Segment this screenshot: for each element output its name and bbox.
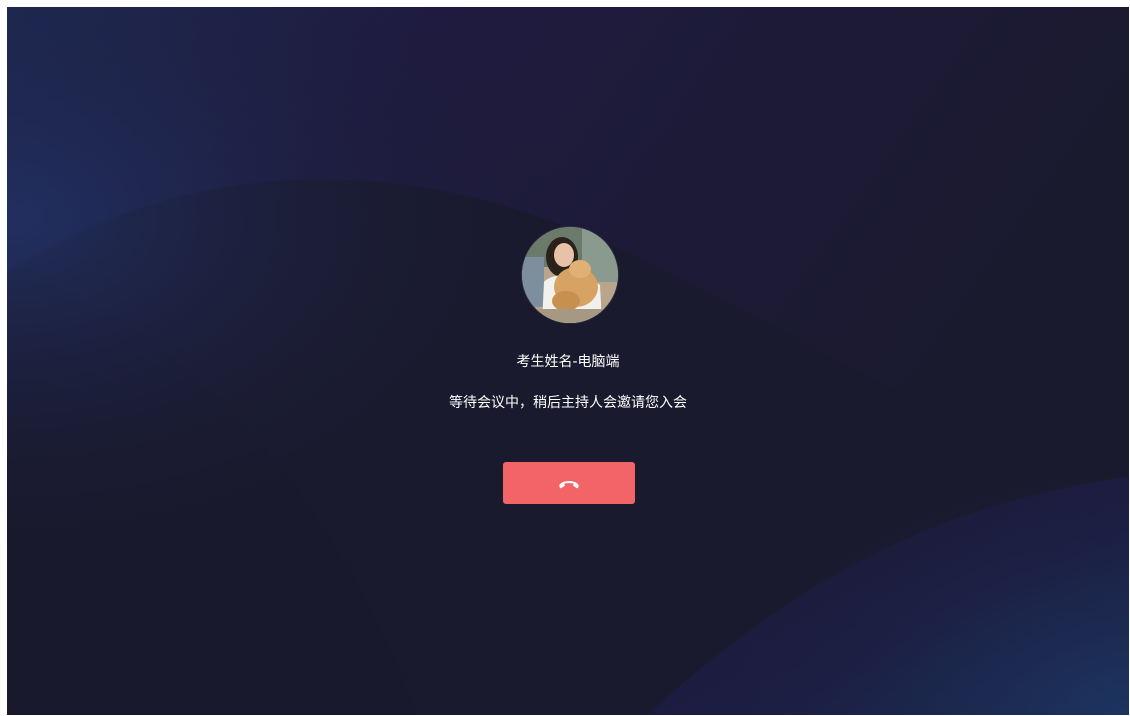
avatar: [522, 227, 618, 323]
phone-hangup-icon: [559, 481, 579, 489]
participant-name: 考生姓名-电脑端: [516, 354, 620, 370]
meeting-waiting-screen: 考生姓名-电脑端 等待会议中，稍后主持人会邀请您入会: [7, 7, 1129, 715]
waiting-panel: 考生姓名-电脑端 等待会议中，稍后主持人会邀请您入会: [7, 7, 1129, 715]
participant-photo-icon: [522, 227, 618, 323]
hangup-button[interactable]: [503, 462, 635, 504]
waiting-status-text: 等待会议中，稍后主持人会邀请您入会: [449, 395, 687, 411]
